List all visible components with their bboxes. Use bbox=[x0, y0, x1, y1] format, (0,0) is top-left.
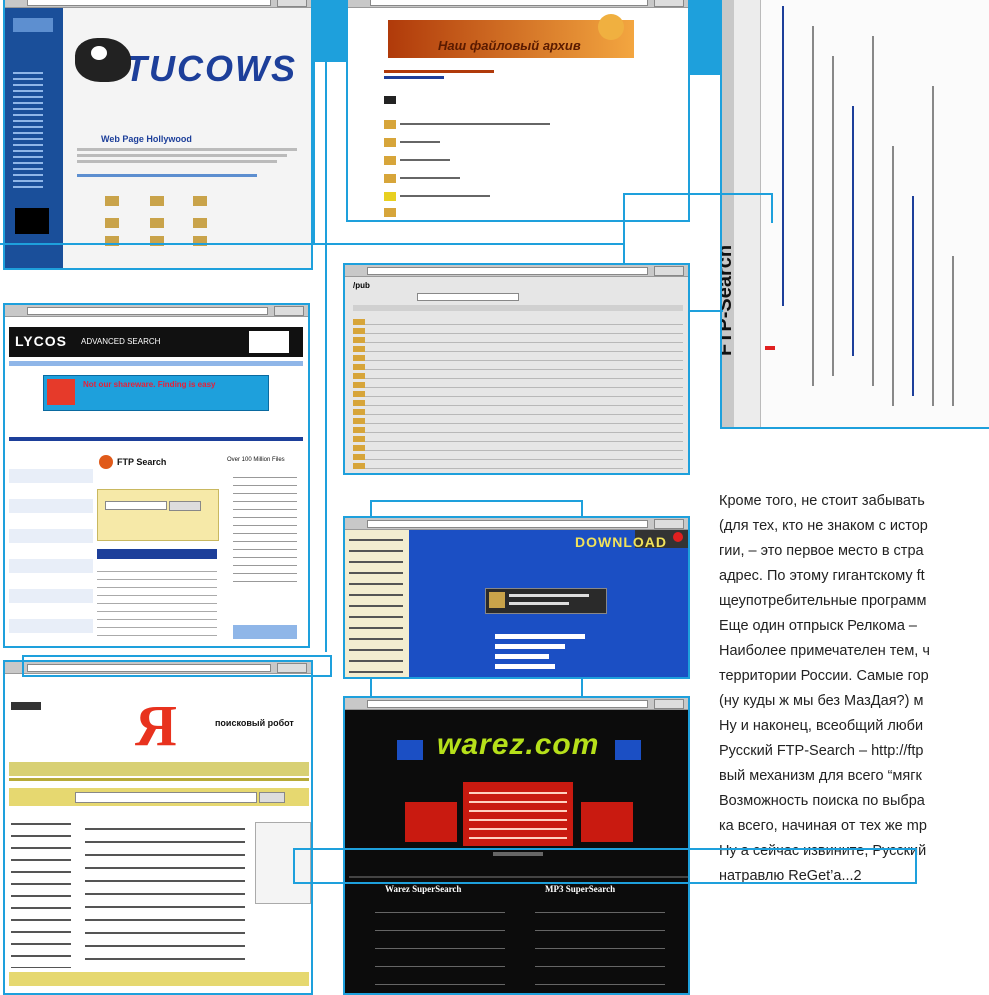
connector-frame bbox=[623, 193, 773, 195]
lycos-section-title: FTP Search bbox=[117, 457, 167, 467]
connector-frame bbox=[22, 655, 332, 657]
article-line: вый механизм для всего “мягк bbox=[719, 768, 922, 784]
lycos-logo: LYCOS bbox=[15, 333, 67, 349]
yandex-nav bbox=[9, 762, 309, 776]
search-button[interactable] bbox=[169, 501, 201, 511]
ftp-search-form bbox=[97, 489, 219, 541]
lycos-screenshot: LYCOS ADVANCED SEARCH Not our shareware.… bbox=[3, 303, 310, 648]
tucows-logo: TUCOWS bbox=[125, 48, 297, 89]
article-line: Возможность поиска по выбра bbox=[719, 793, 925, 809]
browser-toolbar bbox=[345, 698, 688, 710]
yandex-tagline: поисковый робот bbox=[215, 718, 294, 728]
article-line: Наиболее примечателен тем, ч bbox=[719, 643, 930, 659]
browser-toolbar bbox=[5, 305, 308, 317]
article-line: (для тех, кто не знаком с истор bbox=[719, 518, 928, 534]
ftp-search-screenshot: FTP-Search bbox=[720, 0, 989, 429]
highlight-frame bbox=[915, 848, 917, 884]
article-line: (ну куды ж мы без МазДая?) м bbox=[719, 693, 924, 709]
search-input[interactable] bbox=[75, 792, 257, 803]
browser-toolbar bbox=[345, 518, 688, 530]
article-line: Русский FTP-Search – http://ftp bbox=[719, 743, 924, 759]
browser-toolbar bbox=[5, 0, 311, 8]
form-field[interactable] bbox=[495, 664, 555, 669]
warez-col1-title: Warez SuperSearch bbox=[385, 884, 462, 894]
tucows-screenshot: TUCOWS Web Page Hollywood bbox=[3, 0, 313, 270]
highlight-frame bbox=[293, 848, 295, 884]
tucows-headline: Web Page Hollywood bbox=[101, 134, 192, 144]
article-line: Кроме того, не стоит забывать bbox=[719, 493, 925, 509]
browser-toolbar bbox=[5, 662, 311, 674]
connector-frame bbox=[22, 655, 24, 677]
article-line: натравлю ReGet’a...2 bbox=[719, 868, 862, 884]
highlight-frame bbox=[293, 882, 917, 884]
ftp-search-logo: FTP-Search bbox=[720, 244, 736, 356]
accent-block bbox=[313, 0, 346, 62]
browser-toolbar bbox=[345, 265, 688, 277]
download-logo: DOWNLOAD bbox=[575, 534, 667, 550]
lycos-banner-text: Not our shareware. Finding is easy bbox=[83, 380, 216, 389]
article-line: Ну и наконец, всеобщий люби bbox=[719, 718, 924, 734]
form-field[interactable] bbox=[495, 644, 565, 649]
warez-col2-title: MP3 SuperSearch bbox=[545, 884, 616, 894]
warez-logo: warez.com bbox=[437, 728, 600, 761]
file-list bbox=[353, 319, 683, 469]
article-line: адрес. По этому гигантскому ft bbox=[719, 568, 925, 584]
ftp-archive-screenshot: Наш файловый архив bbox=[346, 0, 690, 222]
download-screenshot: DOWNLOAD bbox=[343, 516, 690, 679]
form-field[interactable] bbox=[495, 634, 585, 639]
article-line: щеупотребительные программ bbox=[719, 593, 927, 609]
connector-line bbox=[370, 500, 583, 502]
yandex-logo: Я bbox=[135, 693, 177, 758]
connector-line bbox=[325, 62, 327, 652]
form-field[interactable] bbox=[495, 654, 549, 659]
connector-line bbox=[581, 679, 583, 697]
tucows-sidebar bbox=[5, 8, 63, 268]
lycos-subtitle: ADVANCED SEARCH bbox=[81, 337, 161, 346]
connector-frame bbox=[330, 655, 332, 677]
article-line: гии, – это первое место в стра bbox=[719, 543, 924, 559]
article-line: ка всего, начиная от тех же mp bbox=[719, 818, 927, 834]
yandex-screenshot: Я поисковый робот bbox=[3, 660, 313, 995]
pub-listing-screenshot: /pub bbox=[343, 263, 690, 475]
connector-line bbox=[370, 679, 372, 697]
cow-image bbox=[75, 38, 131, 82]
warez-screenshot: warez.com Warez SuperSearch MP3 SuperSea… bbox=[343, 696, 690, 995]
browser-toolbar bbox=[348, 0, 688, 8]
connector-frame bbox=[771, 193, 773, 223]
archive-title: Наш файловый архив bbox=[438, 38, 581, 53]
article-line: Ну а сейчас извините, Русский bbox=[719, 843, 927, 859]
lycos-count: Over 100 Million Files bbox=[227, 457, 285, 463]
connector-frame bbox=[22, 675, 332, 677]
search-input[interactable] bbox=[105, 501, 167, 510]
connector-line bbox=[313, 62, 315, 244]
search-button[interactable] bbox=[259, 792, 285, 803]
highlight-frame bbox=[293, 848, 917, 850]
accent-block bbox=[690, 0, 720, 75]
article-line: территории России. Самые гор bbox=[719, 668, 929, 684]
article-line: Еще один отпрыск Релкома – bbox=[719, 618, 917, 634]
pub-title: /pub bbox=[353, 281, 370, 290]
